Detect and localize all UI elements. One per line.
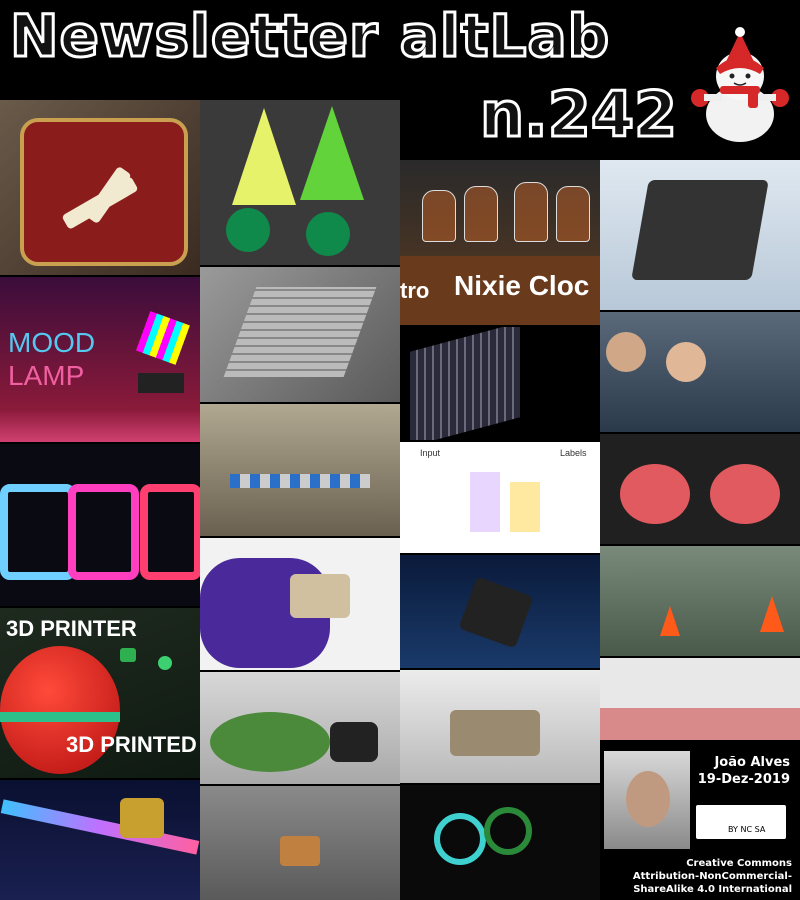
- photo-hexapod-robot: [200, 786, 400, 900]
- nixie-clock-label: Nixie Cloc: [454, 270, 590, 301]
- photo-mood-lamp: MOOD LAMP: [0, 277, 200, 442]
- photo-researchers: [600, 312, 800, 432]
- license-line-2: Attribution-NonCommercial-: [632, 871, 792, 882]
- mood-lamp-label-2: LAMP: [8, 360, 85, 391]
- photo-wooden-clock: [0, 100, 200, 275]
- photo-satellite: [400, 555, 600, 668]
- photo-gloved-hand-device: [200, 538, 400, 670]
- photo-led-digits: [0, 444, 200, 606]
- issue-number: n.242: [478, 77, 678, 153]
- photo-lab-machine-top: [200, 267, 400, 402]
- license-line-1: Creative Commons: [686, 858, 792, 869]
- photo-skin-illustration: [600, 658, 800, 740]
- photo-robot-traffic-cones: [600, 546, 800, 656]
- diagram-neural-net: Input Labels: [400, 442, 600, 553]
- printed-label: 3D PRINTED: [66, 732, 197, 757]
- publish-date: 19-Dez-2019: [697, 772, 790, 787]
- photo-led-wreath: [400, 785, 600, 900]
- photo-lab-tubes: [200, 404, 400, 536]
- author-credit: João Alves 19-Dez-2019 BY NC SA Creative…: [600, 745, 800, 900]
- license-text: Creative Commons Attribution-NonCommerci…: [633, 857, 792, 896]
- photo-nixie-clock: tro Nixie Cloc: [400, 160, 600, 325]
- author-name: João Alves: [714, 755, 790, 770]
- photo-3d-printed-trees: [200, 100, 400, 265]
- snowman-icon: [691, 27, 789, 142]
- photo-plant: [200, 672, 400, 784]
- nixie-clock-label-partial: tro: [400, 278, 430, 303]
- photo-space-station: [400, 327, 600, 440]
- photo-rover-lab: [400, 670, 600, 783]
- page-title: Newsletter altLab: [8, 1, 611, 72]
- photo-light-prism: [0, 780, 200, 900]
- diagram-input-label: Input: [420, 448, 441, 458]
- printer-label: 3D PRINTER: [6, 616, 137, 641]
- mood-lamp-label: MOOD: [8, 327, 96, 358]
- cc-badge-text: BY NC SA: [728, 825, 766, 834]
- cc-license-badge[interactable]: BY NC SA: [694, 803, 788, 841]
- photo-processor-chip: [600, 160, 800, 310]
- author-avatar: [604, 751, 690, 849]
- tree-shapes: [226, 106, 364, 256]
- photo-microfluidic-device: [600, 434, 800, 544]
- license-line-3: ShareAlike 4.0 International: [633, 884, 792, 895]
- photo-3d-printed-ornament: 3D PRINTER 3D PRINTED: [0, 608, 200, 778]
- diagram-labels-label: Labels: [560, 448, 587, 458]
